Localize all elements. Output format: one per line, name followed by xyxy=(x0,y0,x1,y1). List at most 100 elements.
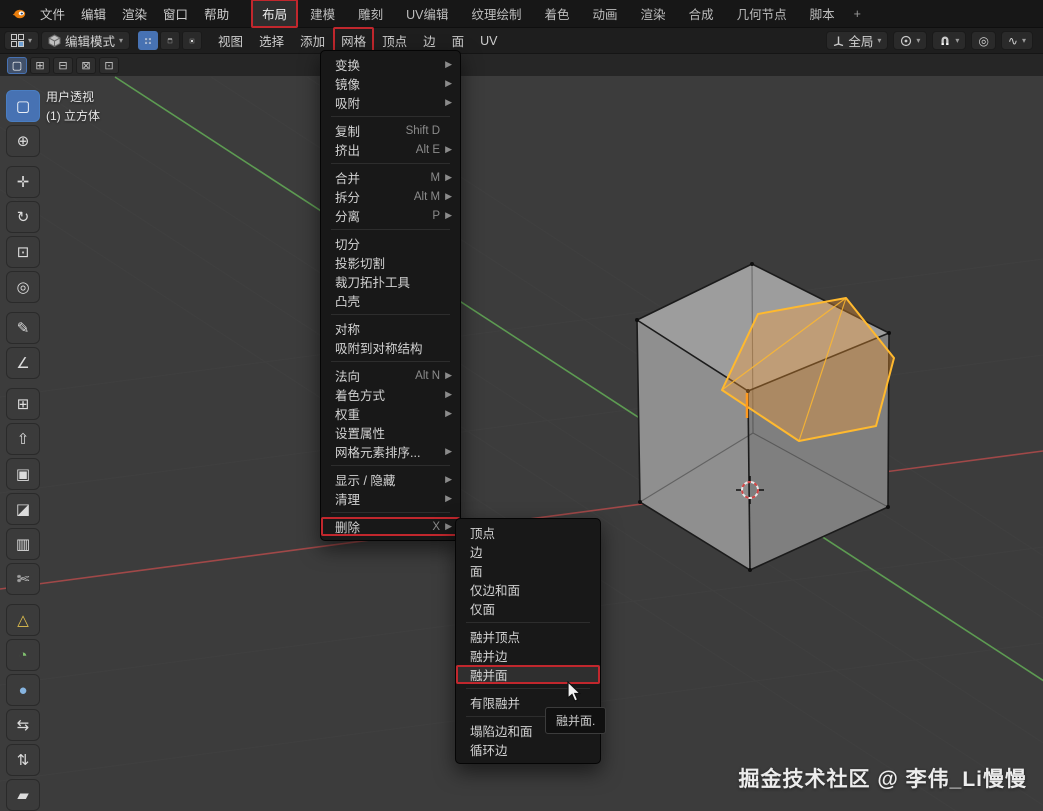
viewport-menu[interactable]: UV xyxy=(472,30,505,52)
delete-submenu-item[interactable]: 仅边和面 ▶ xyxy=(456,580,600,599)
workspace-tab[interactable]: 脚本 xyxy=(799,0,846,28)
tool-bevel[interactable]: ◪ xyxy=(6,493,40,525)
workspace-tab[interactable]: 几何节点 xyxy=(726,0,798,28)
mesh-menu-item[interactable]: 显示 / 隐藏 ▶ xyxy=(321,470,460,489)
workspace-tab[interactable]: UV编辑 xyxy=(395,0,459,28)
app-menu-item[interactable]: 编辑 xyxy=(73,0,114,27)
delete-submenu-item[interactable]: ▶ xyxy=(466,688,590,689)
app-menu-item[interactable]: 渲染 xyxy=(114,0,155,27)
workspace-tab[interactable]: 着色 xyxy=(534,0,581,28)
mesh-menu-item[interactable]: ▶ xyxy=(331,465,450,466)
mesh-menu-item[interactable]: 合并 M ▶ xyxy=(321,168,460,187)
blender-logo-icon[interactable] xyxy=(6,3,32,25)
mesh-menu-item[interactable]: 切分 ▶ xyxy=(321,234,460,253)
tool-smooth[interactable]: ● xyxy=(6,674,40,706)
tool-add-cube[interactable]: ⊞ xyxy=(6,388,40,420)
mesh-menu-item[interactable]: 凸壳 ▶ xyxy=(321,291,460,310)
mesh-menu-item[interactable]: ▶ xyxy=(331,229,450,230)
mesh-menu-item[interactable]: 镜像 ▶ xyxy=(321,74,460,93)
mesh-menu-item[interactable]: 权重 ▶ xyxy=(321,404,460,423)
workspace-tab[interactable]: 纹理绘制 xyxy=(461,0,533,28)
mesh-menu-item[interactable]: 投影切割 ▶ xyxy=(321,253,460,272)
delete-submenu-item[interactable]: ▶ xyxy=(466,622,590,623)
select-mode-intersect[interactable]: ⊡ xyxy=(99,56,119,74)
falloff-dropdown[interactable]: ∿ ▾ xyxy=(1000,31,1033,50)
delete-submenu-item[interactable]: 融并顶点 ▶ xyxy=(456,627,600,646)
mesh-menu-item[interactable]: 吸附到对称结构 ▶ xyxy=(321,338,460,357)
mesh-menu-item[interactable]: ▶ xyxy=(331,361,450,362)
workspace-tab[interactable]: 动画 xyxy=(582,0,629,28)
select-mode-set[interactable]: ▢ xyxy=(7,56,27,74)
tool-shear[interactable]: ▰ xyxy=(6,779,40,811)
mesh-menu-item[interactable]: 设置属性 ▶ xyxy=(321,423,460,442)
tool-loop-cut[interactable]: ▥ xyxy=(6,528,40,560)
viewport-menu[interactable]: 选择 xyxy=(251,27,292,54)
delete-submenu-item[interactable]: 顶点 ▶ xyxy=(456,523,600,542)
select-mode-extend[interactable]: ⊞ xyxy=(30,56,50,74)
delete-submenu-item[interactable]: 边 ▶ xyxy=(456,542,600,561)
tool-icon: ✛ xyxy=(16,174,30,191)
mesh-menu-item[interactable]: 拆分 Alt M ▶ xyxy=(321,187,460,206)
tool-inset-faces[interactable]: ▣ xyxy=(6,458,40,490)
tool-annotate[interactable]: ✎ xyxy=(6,312,40,344)
app-menu-item[interactable]: 文件 xyxy=(32,0,73,27)
mesh-menu-item[interactable]: ▶ xyxy=(331,314,450,315)
tool-scale[interactable]: ⊡ xyxy=(6,236,40,268)
tool-extrude-region[interactable]: ⇧ xyxy=(6,423,40,455)
tool-cursor[interactable]: ⊕ xyxy=(6,125,40,157)
snap-dropdown[interactable]: ▾ xyxy=(932,31,967,50)
mesh-menu-item[interactable]: 网格元素排序... ▶ xyxy=(321,442,460,461)
delete-submenu-item[interactable]: 仅面 ▶ xyxy=(456,599,600,618)
tool-poly-build[interactable]: △ xyxy=(6,604,40,636)
mesh-menu-item[interactable]: 分离 P ▶ xyxy=(321,206,460,225)
app-menu-item[interactable]: 帮助 xyxy=(196,0,237,27)
tool-spin[interactable]: ◔ xyxy=(6,639,40,671)
mode-selector-dropdown[interactable]: 编辑模式 ▾ xyxy=(41,31,131,50)
delete-submenu-item[interactable]: 循环边 ▶ xyxy=(456,740,600,759)
workspace-tab[interactable]: 建模 xyxy=(299,0,346,28)
mesh-menu-item[interactable]: 挤出 Alt E ▶ xyxy=(321,140,460,159)
transform-orientation-dropdown[interactable]: 全局 ▾ xyxy=(826,31,889,50)
proportional-editing-toggle[interactable]: ◎ xyxy=(971,31,996,50)
mesh-menu-item[interactable]: 清理 ▶ xyxy=(321,489,460,508)
tool-edge-slide[interactable]: ⇆ xyxy=(6,709,40,741)
editor-type-button[interactable]: ▾ xyxy=(4,31,40,50)
edge-select-button[interactable] xyxy=(160,31,181,50)
tool-transform[interactable]: ◎ xyxy=(6,271,40,303)
vertex-select-button[interactable] xyxy=(138,31,159,50)
workspace-tab[interactable]: 渲染 xyxy=(630,0,677,28)
workspace-tab[interactable]: 雕刻 xyxy=(347,0,394,28)
mesh-menu-item[interactable]: ▶ xyxy=(331,512,450,513)
mesh-menu-item[interactable]: ▶ xyxy=(331,116,450,117)
workspace-tab[interactable]: 合成 xyxy=(678,0,725,28)
tool-rotate[interactable]: ↻ xyxy=(6,201,40,233)
mesh-menu-item[interactable]: 删除 X ▶ xyxy=(321,517,460,536)
select-mode-invert[interactable]: ⊠ xyxy=(76,56,96,74)
face-select-button[interactable] xyxy=(182,31,203,50)
mesh-menu-item[interactable]: 法向 Alt N ▶ xyxy=(321,366,460,385)
mesh-menu-item[interactable]: 着色方式 ▶ xyxy=(321,385,460,404)
add-workspace-button[interactable]: + xyxy=(846,2,869,26)
tool-shrink-fatten[interactable]: ⇅ xyxy=(6,744,40,776)
submenu-arrow-icon: ▶ xyxy=(445,191,452,201)
delete-submenu-item[interactable]: 融并面 ▶ xyxy=(456,665,600,684)
pivot-point-dropdown[interactable]: ▾ xyxy=(893,31,928,50)
app-menu-item[interactable]: 窗口 xyxy=(155,0,196,27)
mesh-menu-item[interactable]: 变换 ▶ xyxy=(321,55,460,74)
tool-measure[interactable]: ∠ xyxy=(6,347,40,379)
workspace-tabs: 布局 建模 雕刻 UV编辑 纹理绘制 着色 动画 渲染 合成 几何节点 脚本 xyxy=(251,0,846,28)
tool-move[interactable]: ✛ xyxy=(6,166,40,198)
select-mode-subtract[interactable]: ⊟ xyxy=(53,56,73,74)
mesh-select-mode-buttons xyxy=(138,31,203,50)
mesh-menu-item[interactable]: 裁刀拓扑工具 ▶ xyxy=(321,272,460,291)
delete-submenu-item[interactable]: 融并边 ▶ xyxy=(456,646,600,665)
mesh-menu-item[interactable]: 复制 Shift D ▶ xyxy=(321,121,460,140)
mesh-menu-item[interactable]: 对称 ▶ xyxy=(321,319,460,338)
mesh-menu-item[interactable]: ▶ xyxy=(331,163,450,164)
delete-submenu-item[interactable]: 面 ▶ xyxy=(456,561,600,580)
mesh-menu-item[interactable]: 吸附 ▶ xyxy=(321,93,460,112)
tool-select-box[interactable]: ▢ xyxy=(6,90,40,122)
workspace-tab[interactable]: 布局 xyxy=(251,0,299,28)
viewport-menu[interactable]: 视图 xyxy=(210,27,251,54)
tool-knife[interactable]: ✄ xyxy=(6,563,40,595)
